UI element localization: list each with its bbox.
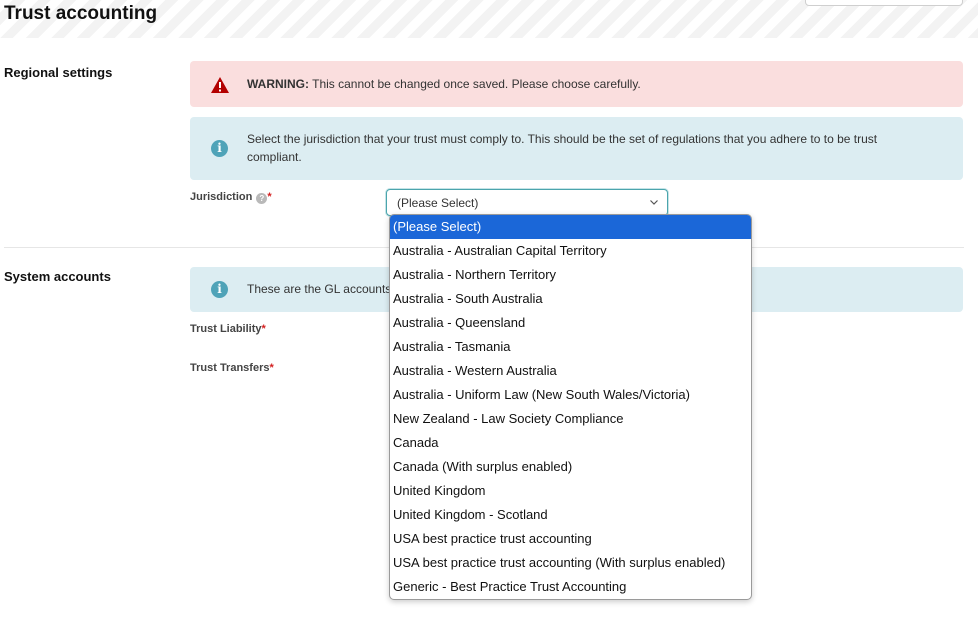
dropdown-option[interactable]: New Zealand - Law Society Compliance [390, 407, 751, 431]
dropdown-option[interactable]: Australia - Tasmania [390, 335, 751, 359]
help-icon[interactable]: ? [256, 193, 268, 204]
dropdown-option[interactable]: Generic - Best Practice Trust Accounting [390, 575, 751, 599]
jurisdiction-label-text: Jurisdiction [190, 191, 253, 203]
info-icon: i [211, 140, 228, 157]
jurisdiction-info-alert: i Select the jurisdiction that your trus… [190, 117, 963, 180]
jurisdiction-select[interactable]: (Please Select) [386, 189, 668, 216]
dropdown-option[interactable]: Canada [390, 431, 751, 455]
dropdown-option[interactable]: United Kingdom - Scotland [390, 503, 751, 527]
dropdown-option[interactable]: Australia - Queensland [390, 311, 751, 335]
jurisdiction-info-text: Select the jurisdiction that your trust … [247, 132, 878, 164]
dropdown-option[interactable]: USA best practice trust accounting [390, 527, 751, 551]
warning-text: This cannot be changed once saved. Pleas… [309, 77, 641, 91]
info-icon: i [211, 281, 228, 298]
dropdown-option[interactable]: United Kingdom [390, 479, 751, 503]
jurisdiction-select-value: (Please Select) [397, 196, 479, 210]
jurisdiction-dropdown-list[interactable]: (Please Select) Australia - Australian Ca… [389, 214, 752, 600]
chevron-down-icon [650, 200, 658, 205]
trust-liability-label-text: Trust Liability [190, 323, 262, 335]
warning-alert: WARNING: This cannot be changed once sav… [190, 61, 963, 107]
section-label-system-accounts: System accounts [4, 269, 111, 284]
warning-prefix: WARNING: [247, 77, 309, 91]
dropdown-option[interactable]: USA best practice trust accounting (With… [390, 551, 751, 575]
dropdown-option[interactable]: Canada (With surplus enabled) [390, 455, 751, 479]
dropdown-option[interactable]: Australia - Australian Capital Territory [390, 239, 751, 263]
dropdown-option[interactable]: Australia - Uniform Law (New South Wales… [390, 383, 751, 407]
required-mark: * [269, 362, 274, 374]
trust-transfers-label-text: Trust Transfers [190, 362, 270, 374]
dropdown-option[interactable]: (Please Select) [390, 215, 751, 239]
dropdown-option[interactable]: Australia - Northern Territory [390, 263, 751, 287]
warning-icon [211, 77, 229, 93]
warning-message: WARNING: This cannot be changed once sav… [247, 75, 923, 93]
required-mark: * [267, 191, 272, 203]
dropdown-option[interactable]: Australia - South Australia [390, 287, 751, 311]
dropdown-option[interactable]: Australia - Western Australia [390, 359, 751, 383]
page-title: Trust accounting [4, 3, 158, 24]
trust-liability-label: Trust Liability* [190, 323, 266, 335]
header-action-button[interactable] [805, 0, 963, 6]
jurisdiction-label: Jurisdiction? * [190, 191, 272, 204]
required-mark: * [261, 323, 266, 335]
section-label-regional-settings: Regional settings [4, 65, 113, 80]
trust-transfers-label: Trust Transfers* [190, 362, 274, 374]
